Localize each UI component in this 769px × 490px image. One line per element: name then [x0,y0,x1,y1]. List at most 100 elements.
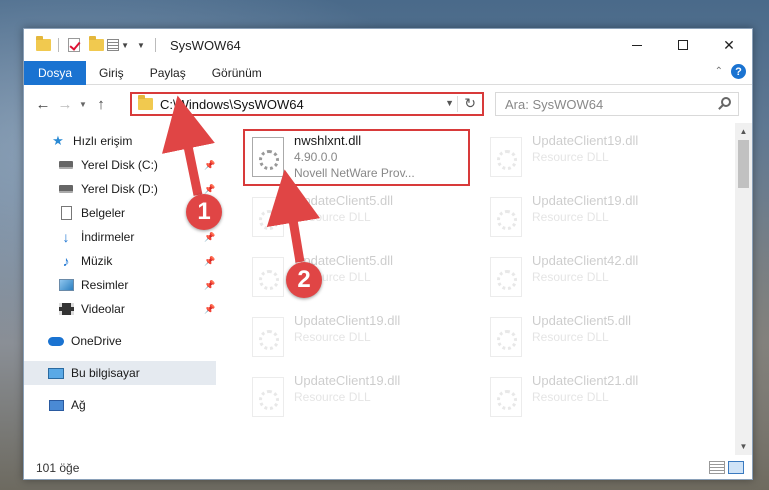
file-name: UpdateClient19.dll [294,313,401,328]
sidebar-item-network[interactable]: Ağ [24,393,216,417]
tab-giris[interactable]: Giriş [86,61,137,85]
status-bar: 101 öğe [24,457,752,479]
sidebar-item-label: Hızlı erişim [73,134,133,148]
file-description: Resource DLL [294,210,371,224]
maximize-button[interactable] [660,29,706,61]
list-item[interactable]: UpdateClient19.dll Resource DLL [246,369,476,425]
file-description: Resource DLL [532,150,609,164]
onedrive-icon [48,334,64,348]
address-bar[interactable]: C:\Windows\SysWOW64 ▼ ↻ [130,92,484,116]
details-view-icon[interactable] [709,461,725,474]
dll-file-icon [490,137,522,177]
downloads-icon: ↓ [62,229,70,245]
back-arrow-icon[interactable]: ← [32,93,54,115]
properties-icon[interactable]: ▼ [107,34,129,56]
music-icon: ♪ [62,253,70,269]
list-item[interactable]: UpdateClient5.dll Resource DLL [246,189,476,245]
ribbon-right: ⌃ ? [715,64,746,79]
folder-icon[interactable] [32,34,54,56]
tab-gorunum[interactable]: Görünüm [199,61,275,85]
file-description: Resource DLL [294,390,371,404]
large-icons-view-icon[interactable] [728,461,744,474]
file-name: UpdateClient5.dll [532,313,632,328]
list-item[interactable]: UpdateClient19.dll Resource DLL [484,129,714,185]
vertical-scrollbar[interactable]: ▲ ▼ [735,123,752,455]
scroll-up-icon[interactable]: ▲ [735,123,752,140]
dll-file-icon [490,197,522,237]
recent-locations-chevron-icon[interactable]: ▼ [76,100,90,109]
file-name: UpdateClient42.dll [532,253,639,268]
file-name: UpdateClient19.dll [294,373,401,388]
file-name: UpdateClient19.dll [532,133,639,148]
dll-file-icon [252,317,284,357]
pin-icon[interactable]: 📌 [204,280,215,291]
help-icon[interactable]: ? [731,64,746,79]
list-item[interactable]: UpdateClient19.dll Resource DLL [246,309,476,365]
sidebar-item-local-disk-c[interactable]: Yerel Disk (C:) 📌 [24,153,216,177]
pin-icon[interactable]: 📌 [204,256,215,267]
sidebar-item-videos[interactable]: Videolar 📌 [24,297,216,321]
dll-file-icon [252,377,284,417]
refresh-icon[interactable]: ↻ [464,95,476,112]
pin-icon[interactable]: 📌 [204,304,215,315]
list-item[interactable]: UpdateClient42.dll Resource DLL [484,249,714,305]
list-item[interactable]: UpdateClient19.dll Resource DLL [484,189,714,245]
sidebar-item-music[interactable]: ♪ Müzik 📌 [24,249,216,273]
folder-icon [138,95,153,110]
item-count: 101 öğe [36,461,80,475]
address-divider [457,96,458,112]
sidebar-item-local-disk-d[interactable]: Yerel Disk (D:) 📌 [24,177,216,201]
dll-file-icon [490,377,522,417]
sidebar-item-this-pc[interactable]: Bu bilgisayar [24,361,216,385]
minimize-button[interactable] [614,29,660,61]
expand-ribbon-icon[interactable]: ⌃ [715,66,723,77]
drive-icon [58,182,74,196]
network-icon [48,398,64,412]
address-path[interactable]: C:\Windows\SysWOW64 [160,97,304,112]
sidebar-item-label: Yerel Disk (C:) [81,158,158,172]
new-folder-icon[interactable] [85,34,107,56]
sidebar-item-pictures[interactable]: Resimler 📌 [24,273,216,297]
file-description: Resource DLL [532,210,609,224]
customize-toolbar-icon[interactable]: ▼ [129,34,151,56]
dll-file-icon [252,257,284,297]
file-name: UpdateClient21.dll [532,373,639,388]
scroll-down-icon[interactable]: ▼ [735,438,752,455]
list-item[interactable]: UpdateClient5.dll Resource DLL [246,249,476,305]
checklist-icon[interactable] [63,34,85,56]
sidebar-item-label: İndirmeler [81,230,135,244]
address-dropdown-icon[interactable]: ▼ [445,98,454,108]
sidebar-item-label: Ağ [71,398,86,412]
file-description: Resource DLL [532,330,609,344]
ribbon-tabs: Dosya Giriş Paylaş Görünüm ⌃ ? [24,60,752,85]
dll-file-icon [490,317,522,357]
pin-icon[interactable]: 📌 [204,160,215,171]
videos-icon [58,302,74,316]
sidebar-item-label: Videolar [81,302,125,316]
toolbar-divider [58,38,59,52]
list-item[interactable]: UpdateClient21.dll Resource DLL [484,369,714,425]
navigation-bar: ← → ▼ ↑ C:\Windows\SysWOW64 ▼ ↻ Ara: Sys… [24,87,752,121]
search-placeholder[interactable]: Ara: SysWOW64 [505,97,603,112]
list-item[interactable]: UpdateClient5.dll Resource DLL [484,309,714,365]
forward-arrow-icon[interactable]: → [54,93,76,115]
file-name: UpdateClient19.dll [532,193,639,208]
sidebar-item-downloads[interactable]: ↓ İndirmeler 📌 [24,225,216,249]
scroll-thumb[interactable] [738,140,749,188]
pin-icon[interactable]: 📌 [204,232,215,243]
sidebar-item-onedrive[interactable]: OneDrive [24,329,216,353]
search-box[interactable]: Ara: SysWOW64 [495,92,739,116]
up-arrow-icon[interactable]: ↑ [90,93,112,115]
close-button[interactable]: ✕ [706,29,752,61]
dll-file-icon [490,257,522,297]
view-switcher [709,461,744,474]
dll-file-icon [252,197,284,237]
window-controls: ✕ [614,29,752,61]
tab-paylas[interactable]: Paylaş [137,61,199,85]
tab-dosya[interactable]: Dosya [24,60,87,85]
file-description: Resource DLL [532,270,609,284]
search-icon[interactable] [721,97,731,107]
sidebar-item-quick-access[interactable]: ★ Hızlı erişim [24,129,216,153]
navigation-pane: ★ Hızlı erişim Yerel Disk (C:) 📌 Yerel D… [24,125,216,455]
window-title: SysWOW64 [170,37,241,53]
